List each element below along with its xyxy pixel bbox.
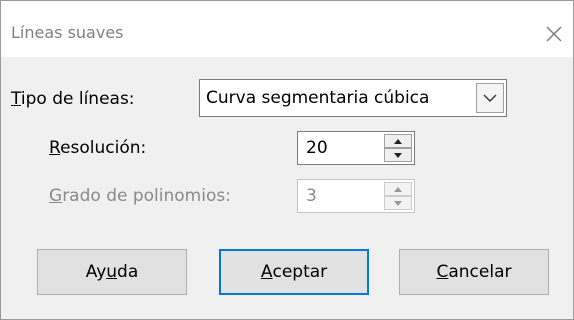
dialog-title: Líneas suaves xyxy=(11,23,124,42)
line-type-dropdown-button[interactable] xyxy=(476,83,504,113)
help-label-pre: Ay xyxy=(85,262,107,282)
resolution-spin-buttons xyxy=(384,134,412,162)
line-type-mnemonic: T xyxy=(11,89,21,109)
polynomial-degree-decrement-button xyxy=(384,196,412,210)
resolution-label-text: esolución: xyxy=(60,138,147,158)
line-type-select[interactable]: Curva segmentaria cúbica xyxy=(199,79,507,117)
resolution-label: Resolución: xyxy=(49,138,146,158)
cancel-button[interactable]: Cancelar xyxy=(399,249,549,295)
line-type-label: Tipo de líneas: xyxy=(11,89,135,109)
polynomial-degree-label: Grado de polinomios: xyxy=(49,186,231,206)
polynomial-degree-label-text: rado de polinomios: xyxy=(62,186,231,206)
polynomial-degree-mnemonic: G xyxy=(49,186,63,206)
resolution-increment-button[interactable] xyxy=(384,134,412,148)
polynomial-degree-spin-buttons xyxy=(384,182,412,210)
close-button[interactable] xyxy=(539,19,569,49)
line-type-label-text: ipo de líneas: xyxy=(20,89,135,109)
resolution-decrement-button[interactable] xyxy=(384,148,412,162)
triangle-up-icon xyxy=(394,187,402,192)
help-mnemonic: u xyxy=(106,262,118,282)
cancel-mnemonic: C xyxy=(436,262,449,282)
title-bar: Líneas suaves xyxy=(1,1,573,57)
triangle-down-icon xyxy=(394,153,402,158)
chevron-down-icon xyxy=(483,94,497,102)
polynomial-degree-value: 3 xyxy=(306,186,317,206)
polynomial-degree-spinbox: 3 xyxy=(297,179,415,213)
ok-label-rest: ceptar xyxy=(272,262,328,282)
line-type-value: Curva segmentaria cúbica xyxy=(206,88,430,108)
ok-button[interactable]: Aceptar xyxy=(219,249,369,295)
triangle-up-icon xyxy=(394,139,402,144)
smooth-lines-dialog: Líneas suaves Tipo de líneas: Curva segm… xyxy=(0,0,574,320)
resolution-spinbox[interactable]: 20 xyxy=(297,131,415,165)
close-icon xyxy=(546,26,562,42)
help-label-post: da xyxy=(117,262,139,282)
polynomial-degree-increment-button xyxy=(384,182,412,196)
ok-mnemonic: A xyxy=(260,262,273,282)
resolution-mnemonic: R xyxy=(49,138,61,158)
triangle-down-icon xyxy=(394,201,402,206)
help-button[interactable]: Ay u da xyxy=(37,249,187,295)
resolution-value: 20 xyxy=(306,138,328,158)
cancel-label-rest: ancelar xyxy=(448,262,512,282)
